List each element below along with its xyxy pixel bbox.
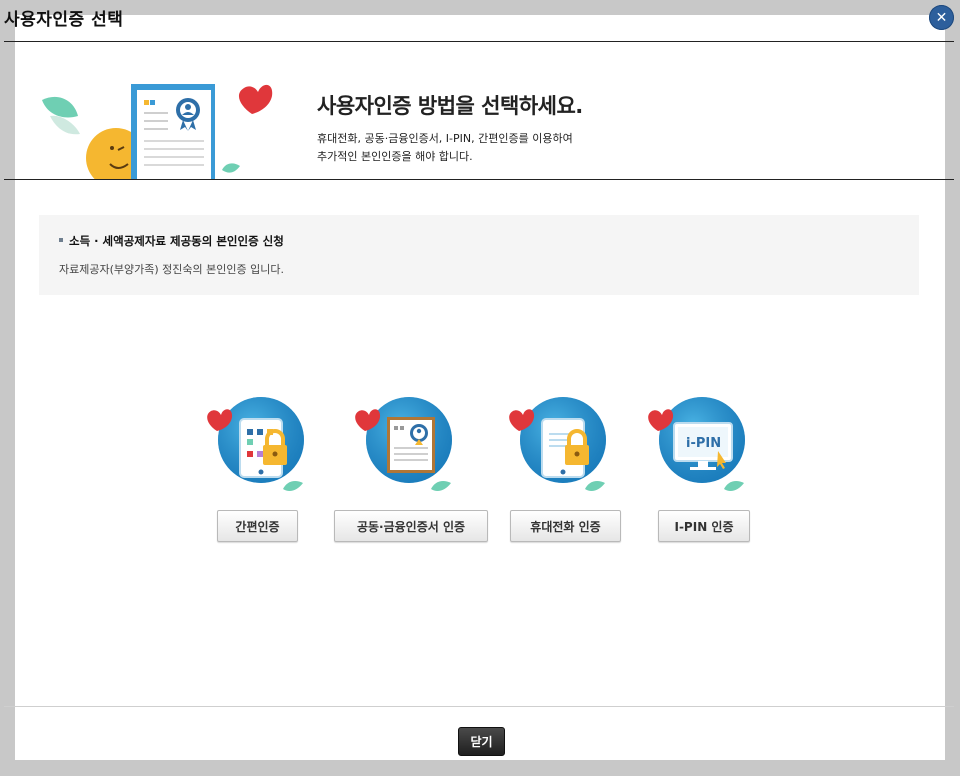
heart-icon [238,84,273,114]
simple-auth-icon[interactable] [205,393,305,498]
mobile-auth-button[interactable]: 휴대전화 인증 [510,510,621,542]
certificate-icon[interactable] [353,393,453,498]
ipin-text: i-PIN [686,436,721,451]
hero-desc-line1: 휴대전화, 공동·금융인증서, I-PIN, 간편인증를 이용하여 [317,132,573,145]
notice-text: 자료제공자(부양가족) 정진숙의 본인인증 입니다. [59,263,284,276]
hero-desc-line2: 추가적인 본인인증을 해야 합니다. [317,150,473,163]
notice-box: 소득 · 세액공제자료 제공동의 본인인증 신청 자료제공자(부양가족) 정진숙… [39,215,919,295]
footer-close-button[interactable]: 닫기 [458,727,505,756]
simple-auth-button[interactable]: 간편인증 [217,510,298,542]
notice-title: 소득 · 세액공제자료 제공동의 본인인증 신청 [59,233,284,249]
close-icon: ✕ [935,9,948,26]
hero-illustration [30,78,280,180]
hero-heading: 사용자인증 방법을 선택하세요. [317,94,583,118]
ipin-monitor-icon[interactable]: i-PIN [646,393,746,498]
footer-divider [4,706,954,707]
ipin-auth-button[interactable]: I-PIN 인증 [658,510,750,542]
certificate-auth-button[interactable]: 공동·금융인증서 인증 [334,510,488,542]
title-divider [4,41,954,42]
leaf-icon [42,96,78,118]
dialog-title: 사용자인증 선택 [4,10,124,30]
hero-divider [4,179,954,180]
bullet-square-icon [59,237,63,242]
hero-description: 휴대전화, 공동·금융인증서, I-PIN, 간편인증를 이용하여 추가적인 본… [317,130,573,166]
mobile-phone-icon[interactable] [507,393,607,498]
notice-title-text: 소득 · 세액공제자료 제공동의 본인인증 신청 [69,234,284,248]
close-button[interactable]: ✕ [929,5,954,30]
